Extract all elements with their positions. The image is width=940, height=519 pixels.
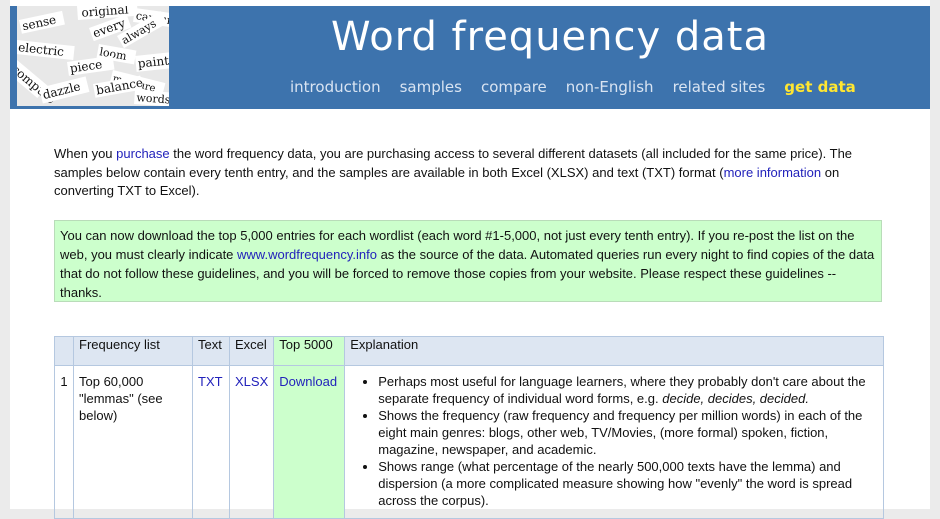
nav-compare[interactable]: compare <box>481 78 547 96</box>
list-item: Shows range (what percentage of the near… <box>378 458 878 509</box>
col-text: Text <box>192 336 230 366</box>
purchase-link[interactable]: purchase <box>116 146 169 161</box>
page-title: Word frequency data <box>331 14 769 60</box>
nav-samples[interactable]: samples <box>400 78 462 96</box>
nav-introduction[interactable]: introduction <box>290 78 381 96</box>
wordfrequency-link[interactable]: www.wordfrequency.info <box>237 247 377 262</box>
table-header-row: Frequency list Text Excel Top 5000 Expla… <box>54 336 884 366</box>
txt-link[interactable]: TXT <box>198 374 223 389</box>
col-excel: Excel <box>228 336 275 366</box>
datasets-table: Frequency list Text Excel Top 5000 Expla… <box>54 336 884 519</box>
nav-get-data[interactable]: get data <box>784 78 855 96</box>
col-explanation: Explanation <box>344 336 884 366</box>
top-nav: introduction samples compare non-English… <box>290 78 856 96</box>
row-number: 1 <box>54 365 74 519</box>
nav-related-sites[interactable]: related sites <box>673 78 766 96</box>
nav-non-english[interactable]: non-English <box>566 78 654 96</box>
col-frequency-list: Frequency list <box>73 336 193 366</box>
xlsx-link[interactable]: XLSX <box>235 374 268 389</box>
svg-text:words: words <box>136 91 169 106</box>
download-link[interactable]: Download <box>279 374 337 389</box>
row-text-cell: TXT <box>192 365 230 519</box>
logo-image[interactable]: original capture sense every electric lo… <box>17 6 169 106</box>
col-top5000: Top 5000 <box>273 336 346 366</box>
notice-box: You can now download the top 5,000 entri… <box>54 220 882 302</box>
row-excel-cell: XLSX <box>228 365 275 519</box>
intro-paragraph: When you purchase the word frequency dat… <box>54 145 884 201</box>
row-top5000-cell: Download <box>273 365 346 519</box>
row-explanation: Perhaps most useful for language learner… <box>344 365 884 519</box>
row-frequency-list: Top 60,000 "lemmas" (see below) <box>73 365 193 519</box>
col-num <box>54 336 74 366</box>
list-item: Perhaps most useful for language learner… <box>378 373 878 407</box>
explanation-list: Perhaps most useful for language learner… <box>350 373 878 509</box>
table-row: 1 Top 60,000 "lemmas" (see below) TXT XL… <box>54 365 884 519</box>
intro-text: When you <box>54 146 117 161</box>
list-item: Shows the frequency (raw frequency and f… <box>378 407 878 458</box>
more-information-link[interactable]: more information <box>724 165 822 180</box>
